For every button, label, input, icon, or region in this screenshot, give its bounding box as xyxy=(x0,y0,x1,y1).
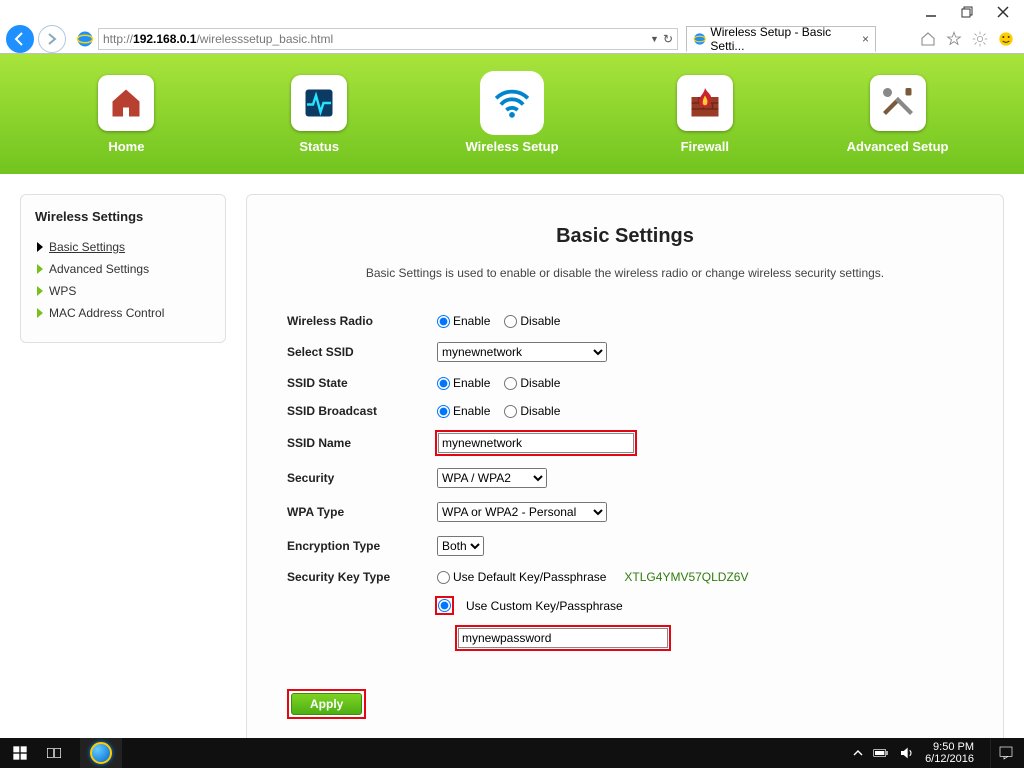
sidebar-item-label: MAC Address Control xyxy=(49,306,164,320)
wpa-type-label: WPA Type xyxy=(287,505,437,519)
url-host: 192.168.0.1 xyxy=(133,32,196,46)
taskbar: 9:50 PM 6/12/2016 xyxy=(0,738,1024,768)
custom-key-radio-highlight xyxy=(437,598,452,613)
battery-icon[interactable] xyxy=(873,745,889,761)
nav-forward-button[interactable] xyxy=(38,25,66,53)
select-ssid-dropdown[interactable]: mynewnetwork xyxy=(437,342,607,362)
heartbeat-icon xyxy=(301,85,337,121)
sidebar-item-advanced-settings[interactable]: Advanced Settings xyxy=(35,258,211,280)
taskbar-date: 6/12/2016 xyxy=(925,753,974,765)
nav-firewall[interactable]: Firewall xyxy=(630,75,780,154)
ssid-broadcast-disable[interactable]: Disable xyxy=(504,404,560,418)
nav-back-button[interactable] xyxy=(6,25,34,53)
firewall-icon xyxy=(687,85,723,121)
url-path: /wirelesssetup_basic.html xyxy=(196,32,333,46)
tools-cross-icon xyxy=(880,85,916,121)
default-key-value: XTLG4YMV57QLDZ6V xyxy=(624,570,748,584)
start-button[interactable] xyxy=(12,745,28,761)
apply-button[interactable]: Apply xyxy=(291,693,362,715)
wpa-type-dropdown[interactable]: WPA or WPA2 - Personal xyxy=(437,502,607,522)
sidebar-item-basic-settings[interactable]: Basic Settings xyxy=(35,236,211,258)
volume-icon[interactable] xyxy=(899,745,915,761)
ssid-name-highlight xyxy=(437,432,635,454)
sidebar-item-wps[interactable]: WPS xyxy=(35,280,211,302)
caret-right-icon xyxy=(37,286,43,296)
wireless-radio-enable[interactable]: Enable xyxy=(437,314,490,328)
encryption-type-label: Encryption Type xyxy=(287,539,437,553)
window-restore-button[interactable] xyxy=(960,5,974,19)
caret-right-icon xyxy=(37,264,43,274)
nav-advanced[interactable]: Advanced Setup xyxy=(823,75,973,154)
main-nav: Home Status Wireless Setup Firewall Adva… xyxy=(0,54,1024,174)
select-ssid-label: Select SSID xyxy=(287,345,437,359)
sidebar-item-label: Basic Settings xyxy=(49,240,125,254)
sidebar-item-label: Advanced Settings xyxy=(49,262,149,276)
browser-chrome: http://192.168.0.1/wirelesssetup_basic.h… xyxy=(0,24,1024,54)
nav-firewall-label: Firewall xyxy=(681,139,729,154)
custom-key-highlight xyxy=(457,627,669,649)
nav-advanced-label: Advanced Setup xyxy=(847,139,949,154)
use-custom-key-radio[interactable] xyxy=(438,599,451,612)
window-minimize-button[interactable] xyxy=(924,5,938,19)
smiley-icon[interactable] xyxy=(998,31,1014,47)
sidebar-title: Wireless Settings xyxy=(35,209,211,224)
tools-icon[interactable] xyxy=(972,31,988,47)
nav-home[interactable]: Home xyxy=(51,75,201,154)
window-title-bar xyxy=(0,0,1024,24)
address-dropdown-icon[interactable]: ▼ xyxy=(650,34,659,44)
taskbar-ie-button[interactable] xyxy=(80,738,122,768)
use-custom-key-label: Use Custom Key/Passphrase xyxy=(466,599,623,613)
wireless-radio-disable[interactable]: Disable xyxy=(504,314,560,328)
address-bar[interactable]: http://192.168.0.1/wirelesssetup_basic.h… xyxy=(98,28,678,50)
sidebar-item-mac-address-control[interactable]: MAC Address Control xyxy=(35,302,211,324)
nav-wireless-label: Wireless Setup xyxy=(465,139,558,154)
sidebar: Wireless Settings Basic Settings Advance… xyxy=(20,194,226,343)
caret-right-icon xyxy=(37,242,43,252)
ssid-broadcast-enable[interactable]: Enable xyxy=(437,404,490,418)
ie-favicon-icon xyxy=(76,30,94,48)
favorites-icon[interactable] xyxy=(946,31,962,47)
apply-highlight: Apply xyxy=(287,689,366,719)
tab-title: Wireless Setup - Basic Setti... xyxy=(710,25,862,53)
use-default-key-radio[interactable]: Use Default Key/Passphrase xyxy=(437,570,606,584)
nav-home-label: Home xyxy=(108,139,144,154)
nav-wireless[interactable]: Wireless Setup xyxy=(437,75,587,154)
browser-tab[interactable]: Wireless Setup - Basic Setti... × xyxy=(686,26,876,52)
encryption-type-dropdown[interactable]: Both xyxy=(437,536,484,556)
taskbar-clock[interactable]: 9:50 PM 6/12/2016 xyxy=(925,741,974,765)
security-key-type-label: Security Key Type xyxy=(287,570,437,584)
task-view-button[interactable] xyxy=(46,745,62,761)
security-label: Security xyxy=(287,471,437,485)
custom-key-input[interactable] xyxy=(458,628,668,648)
main-panel: Basic Settings Basic Settings is used to… xyxy=(246,194,1004,738)
security-dropdown[interactable]: WPA / WPA2 xyxy=(437,468,547,488)
tab-favicon-icon xyxy=(693,32,706,46)
ssid-state-enable[interactable]: Enable xyxy=(437,376,490,390)
caret-right-icon xyxy=(37,308,43,318)
house-icon xyxy=(108,85,144,121)
taskbar-time: 9:50 PM xyxy=(925,741,974,753)
page-title: Basic Settings xyxy=(287,225,963,248)
ssid-state-disable[interactable]: Disable xyxy=(504,376,560,390)
url-scheme: http:// xyxy=(103,32,133,46)
ssid-state-label: SSID State xyxy=(287,376,437,390)
window-close-button[interactable] xyxy=(996,5,1010,19)
tray-overflow-icon[interactable] xyxy=(853,748,863,758)
wireless-radio-label: Wireless Radio xyxy=(287,314,437,328)
page-description: Basic Settings is used to enable or disa… xyxy=(287,266,963,280)
wifi-icon xyxy=(493,84,531,122)
ssid-broadcast-label: SSID Broadcast xyxy=(287,404,437,418)
tab-close-icon[interactable]: × xyxy=(862,32,869,46)
nav-status-label: Status xyxy=(299,139,339,154)
ie-orb-icon xyxy=(90,742,112,764)
nav-status[interactable]: Status xyxy=(244,75,394,154)
ssid-name-input[interactable] xyxy=(438,433,634,453)
refresh-icon[interactable]: ↻ xyxy=(663,32,673,46)
action-center-button[interactable] xyxy=(990,738,1020,768)
ssid-name-label: SSID Name xyxy=(287,436,437,450)
sidebar-item-label: WPS xyxy=(49,284,76,298)
home-icon[interactable] xyxy=(920,31,936,47)
